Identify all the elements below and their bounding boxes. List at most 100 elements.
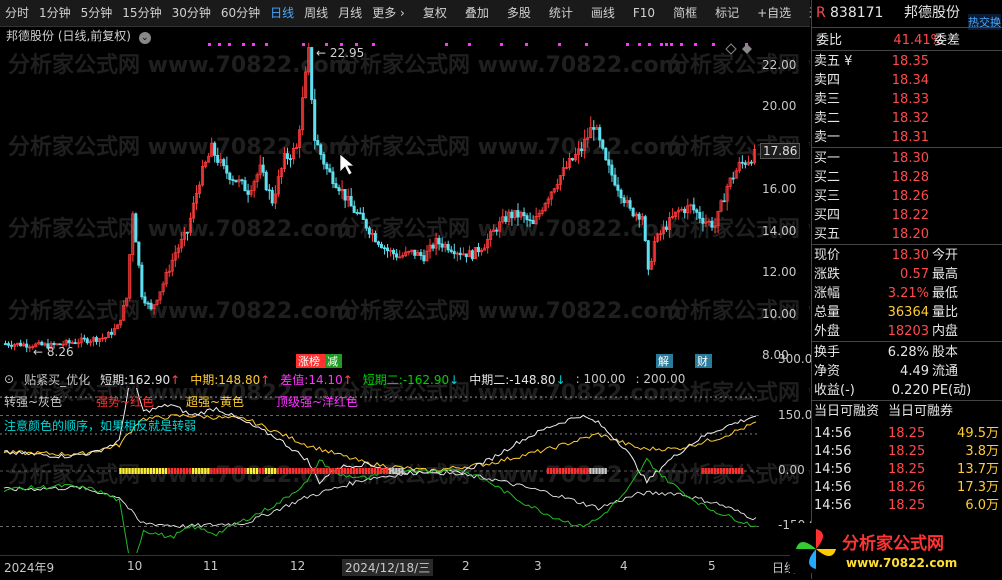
strength-bar bbox=[595, 468, 598, 474]
toolbar-button[interactable]: 简框 bbox=[668, 0, 702, 26]
toolbar-button[interactable]: 标记 bbox=[710, 0, 744, 26]
candle-body bbox=[422, 255, 426, 262]
quote-cell: 18.26 bbox=[888, 480, 926, 495]
quote-cell: 3.21% bbox=[887, 286, 929, 301]
strength-bar bbox=[207, 468, 210, 474]
short-value: 162.90 bbox=[128, 372, 171, 387]
signal-dot bbox=[228, 43, 231, 46]
date-tick: 11 bbox=[203, 559, 219, 573]
candle-body bbox=[137, 241, 141, 266]
logo-title: 分析家公式网 bbox=[842, 533, 944, 554]
candle-body bbox=[134, 213, 138, 243]
indicator-tick: 150.0 bbox=[778, 407, 813, 422]
candle-body bbox=[622, 197, 626, 204]
toolbar-button[interactable]: 叠加 bbox=[460, 0, 494, 26]
quote-cell: 0.220 bbox=[891, 383, 929, 398]
candle-body bbox=[619, 189, 623, 199]
candle-body bbox=[143, 296, 147, 304]
period-tab[interactable]: 月线 bbox=[333, 0, 367, 26]
strength-bar bbox=[731, 468, 735, 474]
candle-body bbox=[367, 227, 371, 235]
period-tab[interactable]: 60分钟 bbox=[216, 0, 265, 26]
candle-body bbox=[510, 211, 514, 219]
strength-bar bbox=[710, 468, 713, 474]
candle-body bbox=[140, 264, 144, 298]
period-tab[interactable]: 日线 bbox=[265, 0, 299, 26]
candle-body bbox=[616, 184, 620, 191]
strength-bar bbox=[143, 468, 146, 474]
indicator-name[interactable]: 贴紧买_优化 bbox=[24, 371, 90, 388]
strength-bar bbox=[276, 468, 280, 474]
candle-body bbox=[3, 343, 7, 345]
toolbar-button[interactable]: F10 bbox=[628, 0, 660, 26]
strength-bar bbox=[201, 468, 204, 474]
candle-body bbox=[67, 340, 71, 344]
divider bbox=[812, 400, 1002, 401]
candle-body bbox=[361, 212, 365, 220]
period-tab[interactable]: 30分钟 bbox=[167, 0, 216, 26]
date-tick: 10 bbox=[127, 559, 143, 573]
toolbar-button[interactable]: 统计 bbox=[544, 0, 578, 26]
indicator-tick: 0.00 bbox=[778, 463, 805, 477]
event-marker[interactable]: 解 bbox=[658, 354, 669, 368]
strength-bar bbox=[322, 468, 325, 474]
period-tab[interactable]: 1分钟 bbox=[34, 0, 76, 26]
signal-dot bbox=[712, 43, 715, 46]
quote-cell: 流通 bbox=[932, 364, 959, 379]
indicator-chart[interactable] bbox=[0, 388, 760, 553]
candle-body bbox=[213, 142, 217, 156]
period-toolbar: 分时 1分钟 5分钟 15分钟 30分钟 60分钟 日线 周线 月线 更多 › 复权 叠加 多股 统计 画线… bbox=[0, 0, 833, 27]
event-marker[interactable]: 财 bbox=[697, 354, 708, 368]
period-tab[interactable]: 15分钟 bbox=[117, 0, 166, 26]
quote-cell: 换手 bbox=[814, 345, 841, 360]
buy-level: 买一 18.30 bbox=[812, 149, 1002, 168]
strength-bar bbox=[228, 468, 231, 474]
candle-body bbox=[325, 163, 329, 170]
candle-body bbox=[476, 247, 480, 253]
toolbar-button[interactable]: 多股 bbox=[502, 0, 536, 26]
quote-cell: 量比 bbox=[932, 305, 959, 320]
mid-label: 中期: bbox=[190, 372, 219, 387]
period-tab[interactable]: 5分钟 bbox=[76, 0, 118, 26]
indicator-toggle-icon[interactable]: ⊙ bbox=[4, 372, 14, 386]
diamond-icon[interactable] bbox=[725, 43, 737, 55]
candle-body bbox=[601, 139, 605, 149]
strength-bar bbox=[182, 468, 186, 474]
date-axis: 2024年9 10 11 12 2024/12/18/三 2 3 4 5 日线 bbox=[0, 555, 810, 580]
toolbar-button[interactable]: 画线 bbox=[586, 0, 620, 26]
buy-level: 买四 18.22 bbox=[812, 206, 1002, 225]
period-tab[interactable]: 周线 bbox=[299, 0, 333, 26]
diamond-icon[interactable] bbox=[742, 44, 752, 54]
event-marker[interactable]: 涨榜 bbox=[298, 354, 320, 368]
candle-body bbox=[470, 250, 474, 260]
quote-cell: 14:56 bbox=[814, 480, 852, 495]
quote-cell: PE(动) bbox=[932, 383, 972, 398]
toolbar-button[interactable]: +自选 bbox=[752, 0, 796, 26]
strength-bar bbox=[319, 468, 322, 474]
candle-body bbox=[343, 189, 347, 201]
toolbar-button[interactable]: 复权 bbox=[418, 0, 452, 26]
strength-bar bbox=[325, 468, 328, 474]
candle-body bbox=[267, 189, 271, 192]
strength-bar bbox=[301, 468, 304, 474]
strength-bar bbox=[310, 468, 313, 474]
quote-cell: 当日可融券 bbox=[888, 404, 954, 419]
period-tab[interactable]: 分时 bbox=[0, 0, 34, 26]
candle-body bbox=[228, 172, 232, 180]
candle-body bbox=[82, 337, 86, 340]
strength-bar bbox=[604, 468, 607, 474]
candle-body bbox=[710, 220, 714, 228]
signal-dot bbox=[694, 43, 697, 46]
signal-dot bbox=[648, 43, 651, 46]
mid2-label: 中期二: bbox=[469, 372, 510, 387]
event-marker[interactable]: 减 bbox=[327, 355, 338, 368]
strength-bar bbox=[355, 468, 359, 474]
candlestick-chart[interactable]: ← 22.95 ← 8.26 涨榜减 解 财 bbox=[0, 42, 810, 368]
candle-body bbox=[313, 99, 317, 141]
strength-bar bbox=[146, 468, 149, 474]
strength-bar bbox=[737, 468, 741, 474]
strength-bar bbox=[231, 468, 234, 474]
strength-bar bbox=[392, 468, 395, 474]
period-tab[interactable]: 更多 › bbox=[367, 0, 410, 26]
candle-body bbox=[437, 237, 441, 245]
